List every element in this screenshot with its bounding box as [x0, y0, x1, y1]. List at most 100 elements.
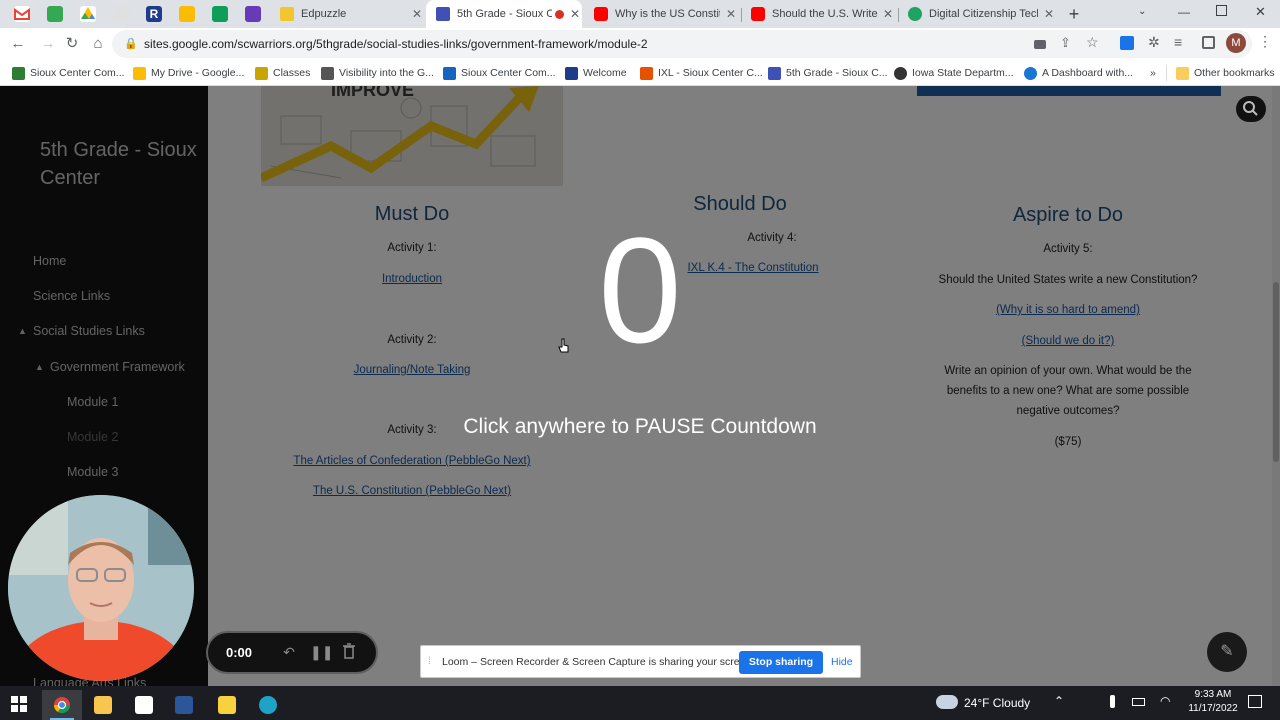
bookmark-item[interactable]: Sioux Center Com... [12, 65, 125, 81]
share-icon[interactable]: ⇪ [1060, 35, 1071, 51]
hand-cursor-icon [558, 338, 569, 353]
gmail-pinned-tab[interactable] [14, 6, 30, 22]
forms-pinned-tab[interactable] [245, 6, 261, 22]
other-bookmarks[interactable]: Other bookmarks [1176, 65, 1275, 81]
tab-5th-grade[interactable]: 5th Grade - Sioux C ✕ [426, 0, 582, 28]
back-icon[interactable]: ← [8, 34, 28, 54]
notifications-icon[interactable] [1248, 695, 1262, 708]
microphone-icon[interactable] [1110, 695, 1115, 708]
renaissance-icon [565, 66, 578, 80]
close-window-icon[interactable]: ✕ [1255, 4, 1266, 20]
countdown-pause-message[interactable]: Click anywhere to PAUSE Countdown [380, 415, 900, 439]
slides-pinned-tab[interactable] [179, 6, 195, 22]
bookmark-star-icon[interactable]: ☆ [1086, 34, 1099, 51]
translate-extension-icon[interactable] [1120, 36, 1134, 50]
taskbar-store[interactable] [124, 690, 164, 720]
bookmark-item[interactable]: Iowa State Departm... [894, 65, 1014, 81]
cloudy-weather-icon [936, 695, 958, 709]
minimize-icon[interactable]: — [1178, 5, 1190, 19]
battery-icon[interactable] [1132, 698, 1145, 706]
tab-search-icon[interactable]: ⌄ [1138, 6, 1146, 17]
lock-icon: 🔒 [124, 38, 138, 50]
undo-icon[interactable]: ↶ [280, 643, 298, 661]
taskbar-chrome[interactable] [42, 690, 82, 720]
drive-icon [133, 66, 146, 80]
bookmark-item[interactable]: Classes [255, 65, 310, 81]
stop-sharing-button[interactable]: Stop sharing [739, 651, 823, 674]
close-tab-icon[interactable]: ✕ [724, 7, 738, 21]
search-icon [1243, 101, 1258, 116]
clock-date[interactable]: 11/17/2022 [1182, 703, 1244, 714]
windows-start-icon[interactable] [11, 696, 27, 717]
new-tab-button[interactable]: + [1064, 4, 1084, 24]
wifi-icon[interactable]: ◠ [1160, 694, 1170, 708]
tab-separator [741, 8, 742, 22]
profile-avatar[interactable]: M [1226, 33, 1246, 53]
taskbar-sticky-notes[interactable] [207, 690, 247, 720]
renaissance-pinned-tab[interactable]: R [146, 6, 162, 22]
url-text[interactable]: sites.google.com/scwarriors.org/5thgrade… [144, 37, 648, 51]
bookmarks-bar: Sioux Center Com... My Drive - Google...… [0, 60, 1280, 86]
taskbar-edge[interactable] [248, 690, 288, 720]
tab-youtube-should-write[interactable]: Should the U.S. Write a ✕ [743, 0, 895, 28]
close-tab-icon[interactable]: ✕ [1042, 7, 1056, 21]
chevron-up-icon[interactable]: ⌃ [1054, 694, 1064, 708]
chrome-icon [53, 697, 71, 714]
bookmark-item[interactable]: 5th Grade - Sioux C... [768, 65, 888, 81]
close-tab-icon[interactable]: ✕ [881, 7, 895, 21]
tab-digital-citizenship[interactable]: Digital Citizenship Tech ✕ [900, 0, 1056, 28]
pearson-icon [908, 7, 922, 21]
close-tab-icon[interactable]: ✕ [568, 7, 582, 21]
folder-icon [1176, 66, 1189, 80]
extensions-puzzle-icon[interactable]: ✲ [1148, 34, 1160, 51]
camera-icon[interactable] [1034, 40, 1046, 49]
drive-icon [81, 7, 95, 19]
tab-youtube-constitution[interactable]: Why is the US Constitu ✕ [586, 0, 738, 28]
forward-icon[interactable]: → [38, 34, 58, 54]
youtube-icon [751, 7, 765, 21]
calendar-favicon-icon [443, 66, 456, 80]
address-bar[interactable]: 🔒 sites.google.com/scwarriors.org/5thgra… [112, 30, 1252, 58]
clock-time[interactable]: 9:33 AM [1188, 689, 1238, 700]
google-sites-icon [768, 66, 781, 80]
hide-button[interactable]: Hide [831, 656, 853, 668]
pencil-icon: ✎ [1220, 643, 1234, 660]
weather-readout[interactable]: 24°F Cloudy [964, 696, 1030, 710]
side-panel-icon[interactable] [1202, 36, 1215, 49]
taskbar-word[interactable] [164, 690, 204, 720]
trash-icon[interactable] [340, 643, 358, 661]
bookmark-favicon-icon [255, 66, 268, 80]
maximize-icon[interactable] [1216, 5, 1227, 16]
drag-handle-icon[interactable]: ⁞ [428, 656, 431, 667]
bookmark-item[interactable]: IXL - Sioux Center C... [640, 65, 763, 81]
edpuzzle-icon [280, 7, 294, 21]
sheets-pinned-tab[interactable] [212, 6, 228, 22]
bookmark-item[interactable]: My Drive - Google... [133, 65, 244, 81]
bookmark-item[interactable]: Welcome [565, 65, 627, 81]
edit-site-button[interactable]: ✎ [1207, 632, 1247, 672]
bookmark-item[interactable]: Visibility into the G... [321, 65, 434, 81]
site-search-button[interactable] [1236, 96, 1266, 122]
extension-pinned-tab[interactable] [113, 6, 129, 22]
close-tab-icon[interactable]: ✕ [410, 7, 424, 21]
tab-edpuzzle[interactable]: Edpuzzle ✕ [272, 0, 424, 28]
countdown-number[interactable]: 0 [540, 205, 740, 375]
reload-icon[interactable]: ↻ [62, 34, 82, 54]
google-sites-icon [436, 7, 450, 21]
classroom-pinned-tab[interactable] [47, 6, 63, 22]
bookmark-item[interactable]: A Dashboard with... [1024, 65, 1133, 81]
webcam-bubble[interactable] [8, 495, 194, 681]
bookmarks-divider [1166, 65, 1167, 81]
home-icon[interactable]: ⌂ [88, 34, 108, 54]
bookmark-item[interactable]: Sioux Center Com... [443, 65, 556, 81]
pause-icon[interactable]: ❚❚ [310, 643, 333, 661]
reading-list-icon[interactable]: ≡ [1174, 34, 1182, 50]
youtube-icon [594, 7, 608, 21]
sticky-notes-icon [218, 696, 236, 714]
kebab-menu-icon[interactable]: ⋮ [1258, 33, 1272, 50]
bookmarks-overflow-button[interactable]: » [1150, 65, 1156, 81]
renaissance-icon: R [149, 7, 159, 21]
drive-pinned-tab[interactable] [80, 6, 96, 22]
store-icon [135, 696, 153, 714]
taskbar-file-explorer[interactable] [83, 690, 123, 720]
